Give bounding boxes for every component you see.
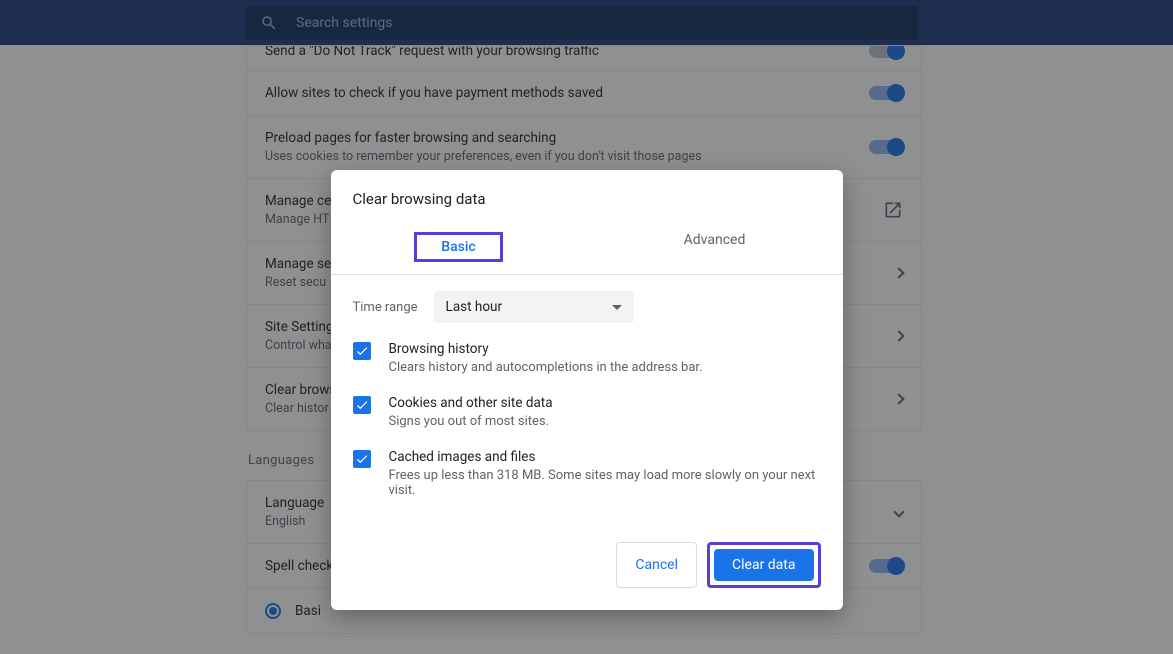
- check-sub: Frees up less than 318 MB. Some sites ma…: [389, 468, 821, 498]
- clear-data-button[interactable]: Clear data: [714, 549, 813, 581]
- check-cache[interactable]: Cached images and files Frees up less th…: [353, 449, 821, 498]
- cancel-button[interactable]: Cancel: [616, 542, 697, 588]
- dialog-tabs: Basic Advanced: [331, 220, 843, 275]
- modal-overlay: Clear browsing data Basic Advanced Time …: [0, 0, 1173, 654]
- tab-advanced[interactable]: Advanced: [587, 220, 843, 274]
- check-sub: Clears history and autocompletions in th…: [389, 360, 703, 375]
- time-range-row: Time range Last hour: [353, 291, 821, 323]
- tab-basic-label: Basic: [414, 232, 502, 262]
- checkbox-icon[interactable]: [353, 450, 371, 468]
- tab-basic[interactable]: Basic: [331, 220, 587, 274]
- check-sub: Signs you out of most sites.: [389, 414, 553, 429]
- time-range-select[interactable]: Last hour: [434, 291, 634, 323]
- check-title: Browsing history: [389, 341, 703, 357]
- check-browsing-history[interactable]: Browsing history Clears history and auto…: [353, 341, 821, 375]
- check-title: Cached images and files: [389, 449, 821, 465]
- clear-browsing-dialog: Clear browsing data Basic Advanced Time …: [331, 170, 843, 610]
- dialog-actions: Cancel Clear data: [331, 526, 843, 610]
- check-cookies[interactable]: Cookies and other site data Signs you ou…: [353, 395, 821, 429]
- checkbox-icon[interactable]: [353, 342, 371, 360]
- dialog-title: Clear browsing data: [331, 170, 843, 220]
- clear-data-highlight: Clear data: [707, 542, 820, 588]
- checkbox-icon[interactable]: [353, 396, 371, 414]
- time-range-label: Time range: [353, 300, 418, 315]
- check-title: Cookies and other site data: [389, 395, 553, 411]
